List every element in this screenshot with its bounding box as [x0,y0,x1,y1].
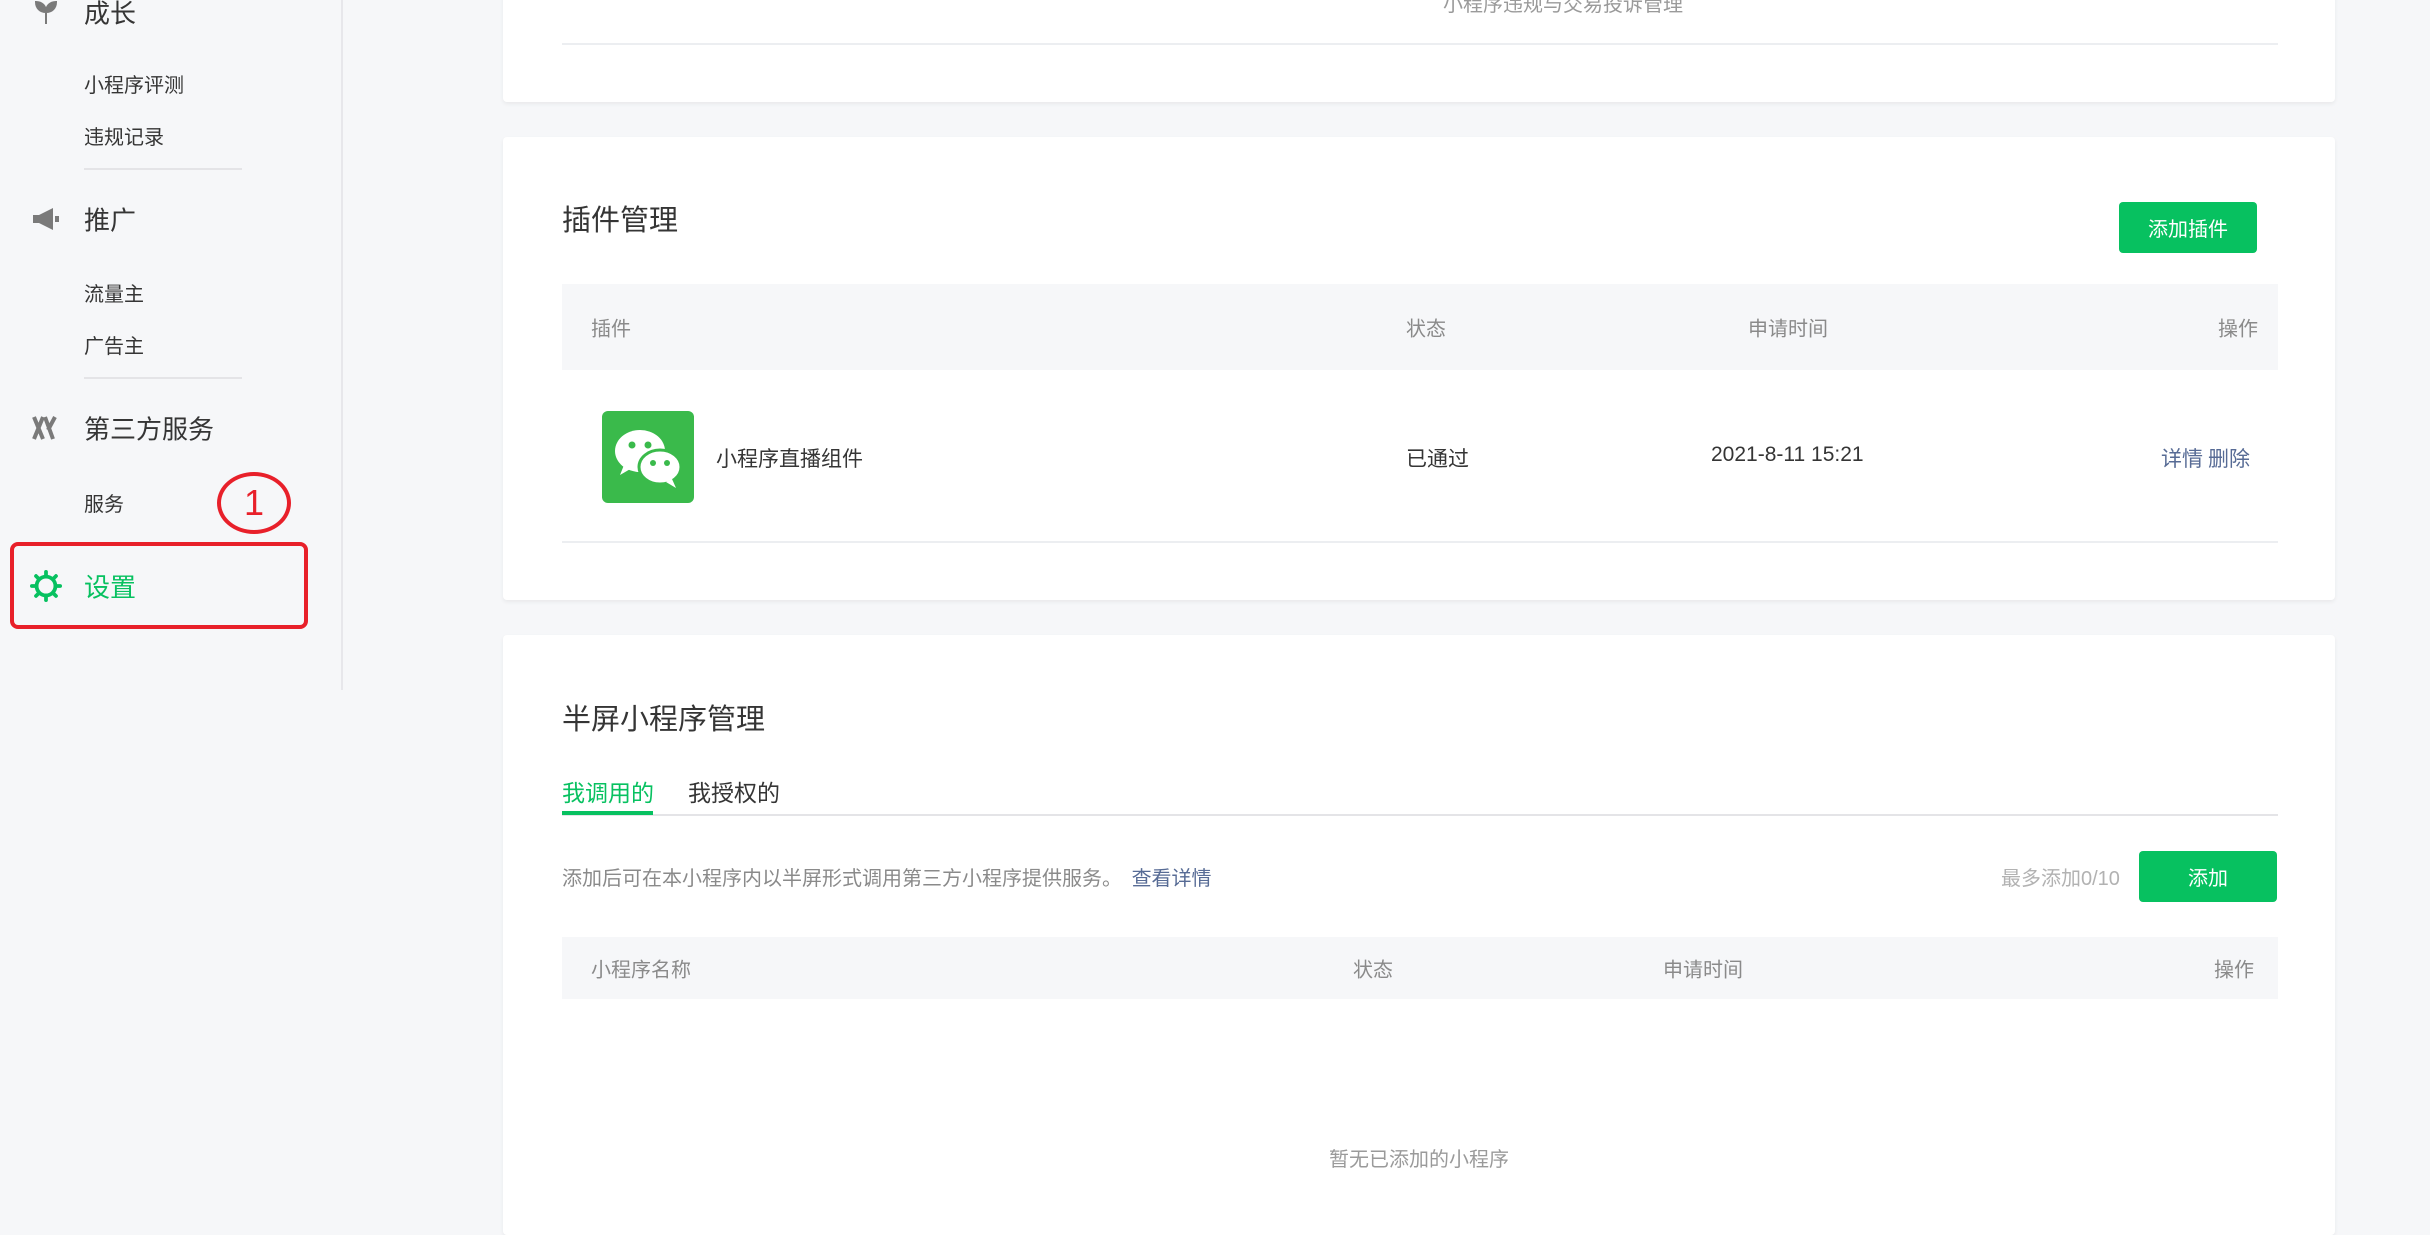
delete-link[interactable]: 删除 [2208,443,2250,473]
empty-state-text: 暂无已添加的小程序 [1329,1149,1509,1171]
add-limit-text: 最多添加0/10 [2001,868,2120,890]
tab-my-calls[interactable]: 我调用的 [562,774,654,808]
tabs-divider [562,814,2278,816]
top-card-text: 小程序违规与交易投诉管理 [1443,0,1683,16]
wechat-icon [602,411,694,503]
sidebar: 成长 小程序评测 违规记录 推广 流量主 广告主 第三方服务 服务 1 设置 [0,0,343,1206]
leaf-icon [30,0,62,28]
add-plugin-button[interactable]: 添加插件 [2119,202,2257,253]
nav-item-services[interactable]: 服务 [84,488,124,517]
divider [562,43,2278,45]
annotation-marker: 1 [217,472,291,534]
divider [562,541,2278,543]
nav-section-growth[interactable]: 成长 [0,0,340,42]
plugin-management-card: 插件管理 添加插件 插件 状态 申请时间 操作 小程序直播组件 已通过 2021… [503,137,2335,600]
column-header-name: 小程序名称 [591,959,691,982]
nav-section-label: 推广 [84,205,137,236]
view-details-link[interactable]: 查看详情 [1132,868,1212,890]
annotation-highlight-box [10,542,308,629]
nav-section-label: 成长 [84,0,137,29]
nav-item-violations[interactable]: 违规记录 [84,121,164,150]
nav-item-evaluation[interactable]: 小程序评测 [84,69,184,98]
column-header-status: 状态 [1406,318,1446,341]
nav-divider [84,377,242,379]
column-header-actions: 操作 [2218,318,2258,341]
plugin-management-title: 插件管理 [562,205,679,237]
description-text: 添加后可在本小程序内以半屏形式调用第三方小程序提供服务。 [562,868,1122,890]
nav-section-third-party[interactable]: 第三方服务 [0,398,340,458]
megaphone-icon [30,203,62,235]
third-party-icon [30,412,62,444]
active-tab-indicator [562,811,653,815]
nav-section-label: 第三方服务 [84,414,215,445]
plugin-apply-time: 2021-8-11 15:21 [1711,443,1864,466]
add-button[interactable]: 添加 [2139,851,2277,902]
plugin-table-header: 插件 状态 申请时间 操作 [562,284,2278,370]
column-header-apply-time: 申请时间 [1748,318,1828,341]
nav-divider [84,168,242,170]
plugin-name: 小程序直播组件 [716,448,863,471]
half-screen-management-title: 半屏小程序管理 [562,704,766,736]
sidebar-divider [341,0,343,690]
nav-item-traffic-owner[interactable]: 流量主 [84,278,144,307]
half-screen-management-card: 半屏小程序管理 我调用的 我授权的 添加后可在本小程序内以半屏形式调用第三方小程… [503,635,2335,1235]
nav-item-advertiser[interactable]: 广告主 [84,330,144,359]
column-header-plugin: 插件 [591,318,631,341]
column-header-status: 状态 [1353,959,1393,982]
column-header-actions: 操作 [2214,959,2254,982]
column-header-apply-time: 申请时间 [1663,959,1743,982]
half-screen-description: 添加后可在本小程序内以半屏形式调用第三方小程序提供服务。 查看详情 [562,862,1212,891]
detail-link[interactable]: 详情 [2161,443,2203,473]
half-screen-table-header: 小程序名称 状态 申请时间 操作 [562,937,2278,999]
plugin-status: 已通过 [1406,448,1469,471]
top-card: 小程序违规与交易投诉管理 [503,0,2335,102]
tab-my-authorizations[interactable]: 我授权的 [688,774,780,808]
nav-section-promotion[interactable]: 推广 [0,189,340,249]
